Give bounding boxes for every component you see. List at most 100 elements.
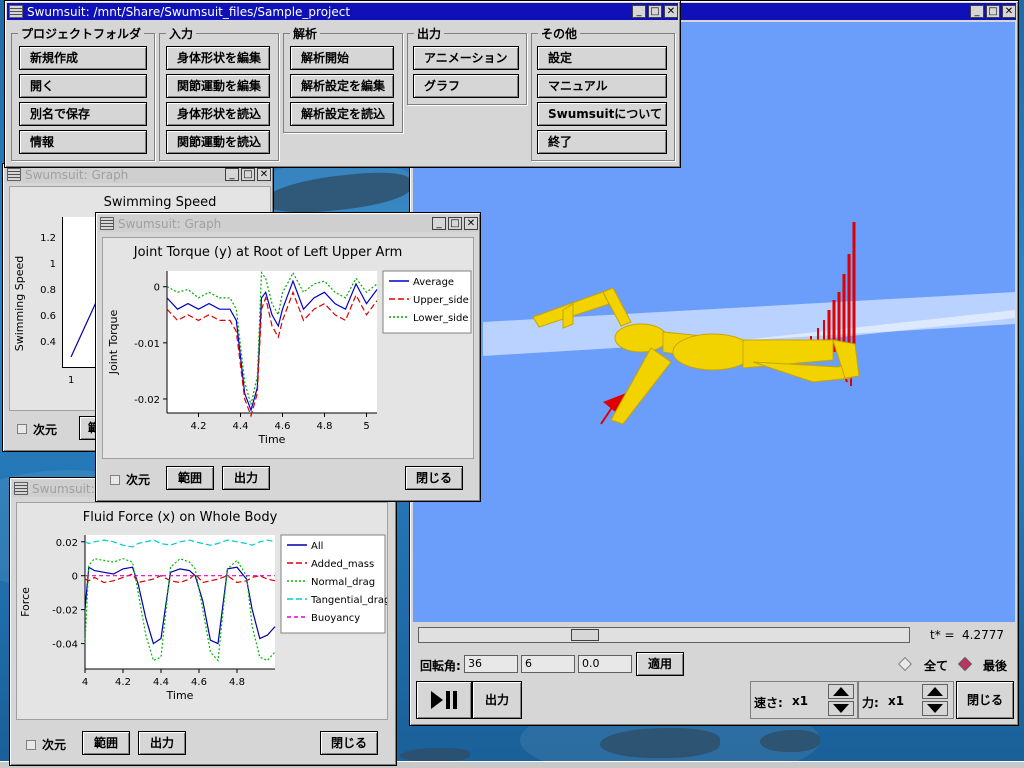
speed-graph-title: Swumsuit: Graph	[25, 167, 129, 182]
dolphin-graphic	[400, 748, 470, 762]
rotation-z-field[interactable]: 0.0	[578, 655, 632, 673]
minimize-icon[interactable]: _	[632, 5, 646, 18]
edit-analysis-settings-button[interactable]: 解析設定を編集	[290, 74, 394, 98]
output-button[interactable]: 出力	[222, 466, 270, 490]
maximize-icon[interactable]: □	[448, 217, 462, 230]
torque-plot-area	[167, 271, 377, 413]
speed-graph-titlebar[interactable]: Swumsuit: Graph _ □ ✕	[5, 166, 271, 183]
rotation-y-field[interactable]: 6	[521, 655, 575, 673]
torque-legend-label: Lower_side	[413, 313, 468, 324]
dimension-label: 次元	[42, 738, 67, 752]
torque-x-tick-label: 4.4	[233, 421, 249, 432]
force-x-tick-label: 4	[82, 677, 88, 688]
minimize-icon[interactable]: _	[225, 168, 239, 181]
close-animation-button[interactable]: 閉じる	[956, 681, 1014, 719]
torque-graph-title: Swumsuit: Graph	[118, 216, 222, 231]
radio-all-icon[interactable]	[897, 656, 913, 672]
slider-thumb[interactable]	[571, 629, 599, 641]
force-y-tick-label: 0.02	[56, 538, 78, 549]
graph-window-force: Swumsuit: Fluid Force (x) on Whole Body 0…	[9, 477, 397, 766]
range-button[interactable]: 範囲	[166, 466, 214, 490]
torque-x-tick-label: 5	[363, 421, 369, 432]
close-icon[interactable]: ✕	[464, 217, 478, 230]
force-down-icon[interactable]	[922, 701, 948, 716]
force-y-tick-label: -0.02	[52, 606, 78, 617]
torque-graph-titlebar[interactable]: Swumsuit: Graph _ □ ✕	[98, 215, 478, 232]
load-body-shape-button[interactable]: 身体形状を読込	[166, 102, 270, 126]
project-folder-label: プロジェクトフォルダ	[18, 25, 145, 42]
speed-label: 速さ:	[754, 696, 783, 710]
quit-button[interactable]: 終了	[537, 130, 667, 154]
speed-up-icon[interactable]	[828, 684, 854, 699]
dimension-label: 次元	[33, 423, 58, 437]
apply-button[interactable]: 適用	[636, 652, 684, 676]
main-window: Swumsuit: /mnt/Share/Swumsuit_files/Samp…	[4, 0, 681, 168]
force-legend-label: All	[311, 541, 323, 552]
force-value: x1	[888, 694, 905, 708]
force-legend-label: Added_mass	[311, 559, 374, 570]
output-group-label: 出力	[414, 25, 445, 42]
dimension-checkbox[interactable]	[26, 740, 36, 750]
range-button[interactable]: 範囲	[82, 731, 130, 755]
new-project-button[interactable]: 新規作成	[19, 46, 147, 70]
torque-legend-label: Upper_side	[413, 295, 469, 306]
main-titlebar[interactable]: Swumsuit: /mnt/Share/Swumsuit_files/Samp…	[7, 3, 678, 20]
torque-legend-label: Average	[413, 277, 454, 288]
force-chart: Fluid Force (x) on Whole Body 0.02 0 -0.02 -…	[19, 510, 390, 702]
maximize-icon[interactable]: □	[986, 5, 1000, 18]
minimize-icon[interactable]: _	[432, 217, 446, 230]
load-joint-motion-button[interactable]: 関節運動を読込	[166, 130, 270, 154]
speed-x-tick: 1	[68, 375, 75, 386]
window-menu-icon[interactable]	[100, 217, 114, 230]
rotation-x-field[interactable]: 36	[464, 655, 518, 673]
analysis-group-label: 解析	[290, 25, 321, 42]
manual-button[interactable]: マニュアル	[537, 74, 667, 98]
settings-button[interactable]: 設定	[537, 46, 667, 70]
window-menu-icon[interactable]	[7, 168, 21, 181]
input-group-label: 入力	[166, 25, 197, 42]
maximize-icon[interactable]: □	[241, 168, 255, 181]
force-legend-label: Tangential_drag	[310, 595, 387, 606]
minimize-icon[interactable]: _	[970, 5, 984, 18]
force-x-tick-label: 4.2	[115, 677, 131, 688]
save-as-button[interactable]: 別名で保存	[19, 102, 147, 126]
speed-y-tick-label: 0.6	[40, 311, 56, 322]
output-button[interactable]: 出力	[138, 731, 186, 755]
close-icon[interactable]: ✕	[664, 5, 678, 18]
close-icon[interactable]: ✕	[1002, 5, 1016, 18]
info-button[interactable]: 情報	[19, 130, 147, 154]
play-pause-icon	[431, 691, 457, 709]
force-chart-title: Fluid Force (x) on Whole Body	[83, 510, 278, 525]
close-icon[interactable]: ✕	[257, 168, 271, 181]
play-pause-button[interactable]	[416, 681, 472, 719]
force-y-tick-label: -0.04	[52, 640, 78, 651]
time-slider[interactable]	[418, 627, 910, 643]
dolphin-graphic	[760, 730, 820, 752]
window-menu-icon[interactable]	[14, 482, 28, 495]
edit-body-shape-button[interactable]: 身体形状を編集	[166, 46, 270, 70]
close-button[interactable]: 閉じる	[405, 466, 463, 490]
load-analysis-settings-button[interactable]: 解析設定を読込	[290, 102, 394, 126]
torque-chart-title: Joint Torque (y) at Root of Left Upper A…	[133, 245, 402, 260]
about-button[interactable]: Swumsuitについて	[537, 102, 667, 126]
start-analysis-button[interactable]: 解析開始	[290, 46, 394, 70]
main-window-title: Swumsuit: /mnt/Share/Swumsuit_files/Samp…	[27, 4, 351, 19]
maximize-icon[interactable]: □	[648, 5, 662, 18]
graph-button[interactable]: グラフ	[413, 74, 519, 98]
output-button[interactable]: 出力	[472, 681, 522, 719]
torque-chart: Joint Torque (y) at Root of Left Upper A…	[107, 245, 472, 446]
speed-down-icon[interactable]	[828, 701, 854, 716]
dimension-checkbox[interactable]	[110, 475, 120, 485]
rotation-label: 回転角:	[420, 659, 461, 673]
radio-last-icon[interactable]	[957, 656, 973, 672]
close-button[interactable]: 閉じる	[320, 731, 378, 755]
dimension-checkbox[interactable]	[17, 424, 27, 434]
force-label: 力:	[862, 696, 879, 710]
force-y-tick-label: 0	[72, 572, 78, 583]
force-up-icon[interactable]	[922, 684, 948, 699]
edit-joint-motion-button[interactable]: 関節運動を編集	[166, 74, 270, 98]
window-menu-icon[interactable]	[9, 5, 23, 18]
open-project-button[interactable]: 開く	[19, 74, 147, 98]
animation-button[interactable]: アニメーション	[413, 46, 519, 70]
torque-y-tick-label: -0.01	[134, 339, 160, 350]
